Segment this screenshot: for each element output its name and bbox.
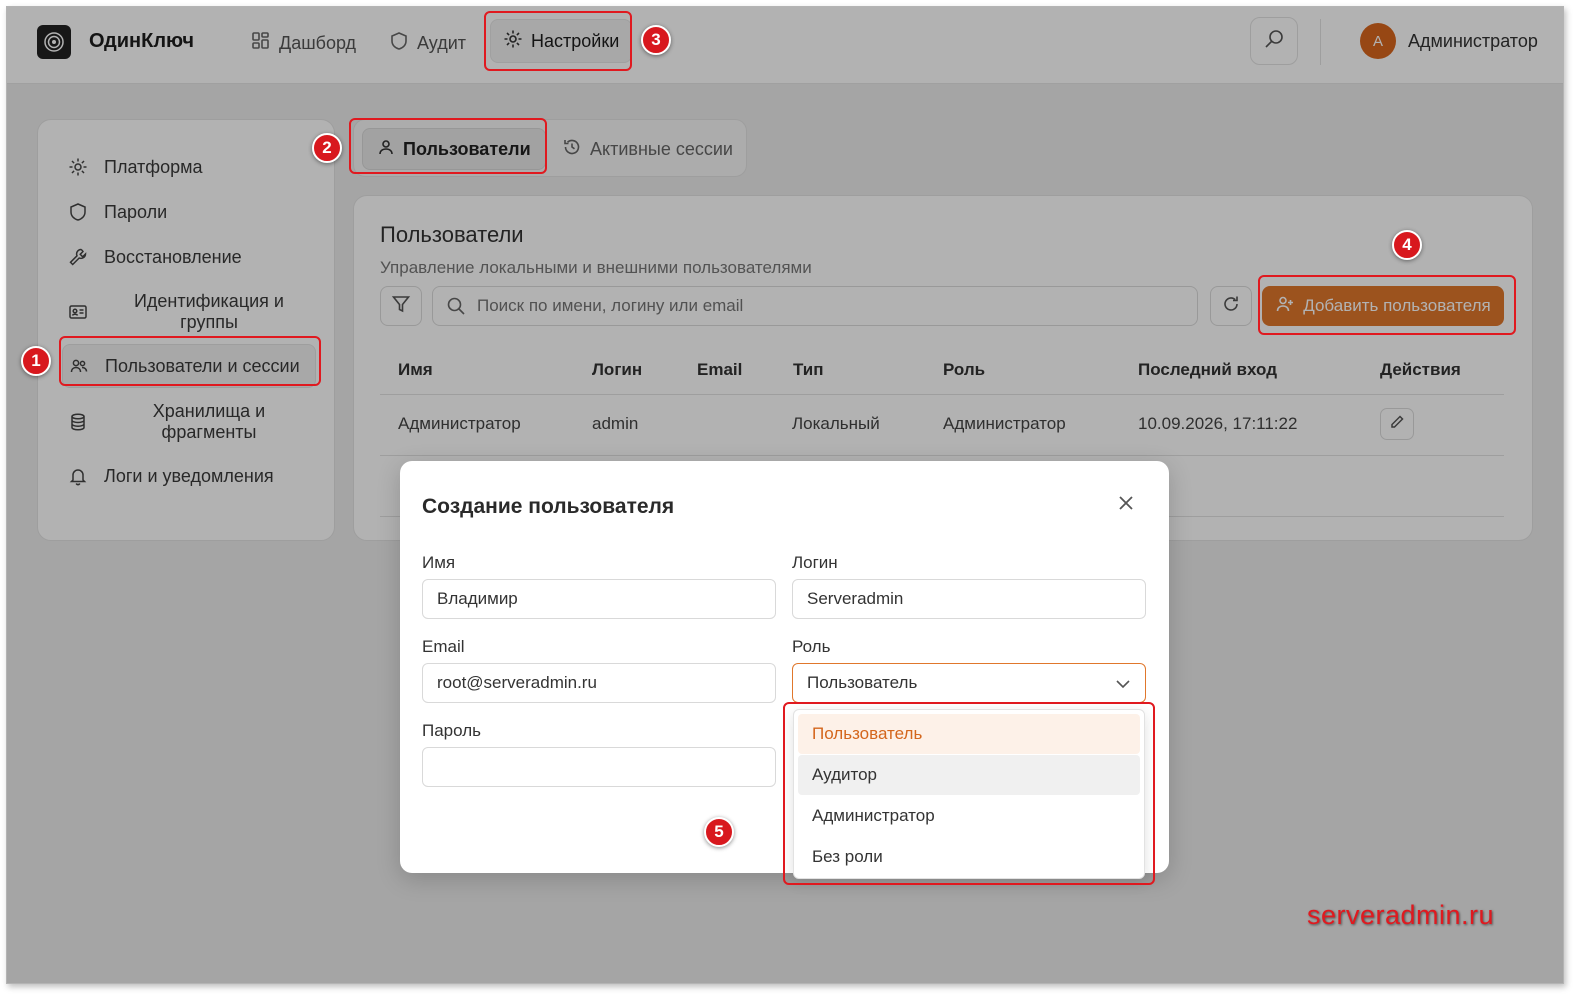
annotation-badge-2: 2 bbox=[312, 133, 342, 163]
modal-title: Создание пользователя bbox=[422, 495, 675, 518]
chevron-down-icon bbox=[1115, 676, 1131, 697]
role-select[interactable]: Пользователь bbox=[792, 663, 1146, 703]
role-select-value: Пользователь bbox=[807, 673, 918, 692]
annotation-badge-4: 4 bbox=[1392, 230, 1422, 260]
app-window: ОдинКлюч Дашборд Аудит Настройки А Админ… bbox=[6, 6, 1564, 984]
password-field[interactable] bbox=[422, 747, 776, 787]
login-label: Логин bbox=[792, 553, 838, 572]
highlight-add-user bbox=[1258, 275, 1516, 335]
highlight-role-options bbox=[783, 702, 1155, 885]
watermark: serveradmin.ru bbox=[1307, 900, 1495, 930]
login-field[interactable] bbox=[792, 579, 1146, 619]
annotation-badge-3: 3 bbox=[641, 25, 671, 55]
annotation-badge-1: 1 bbox=[21, 346, 51, 376]
highlight-users-sessions bbox=[59, 336, 321, 386]
role-label: Роль bbox=[792, 637, 831, 656]
highlight-settings bbox=[484, 11, 632, 71]
password-label: Пароль bbox=[422, 721, 481, 740]
name-label: Имя bbox=[422, 553, 456, 572]
email-field[interactable] bbox=[422, 663, 776, 703]
close-button[interactable] bbox=[1114, 493, 1138, 517]
annotation-badge-5: 5 bbox=[704, 817, 734, 847]
close-icon bbox=[1117, 494, 1135, 517]
name-field[interactable] bbox=[422, 579, 776, 619]
highlight-users-tab bbox=[349, 118, 547, 174]
email-label: Email bbox=[422, 637, 465, 656]
